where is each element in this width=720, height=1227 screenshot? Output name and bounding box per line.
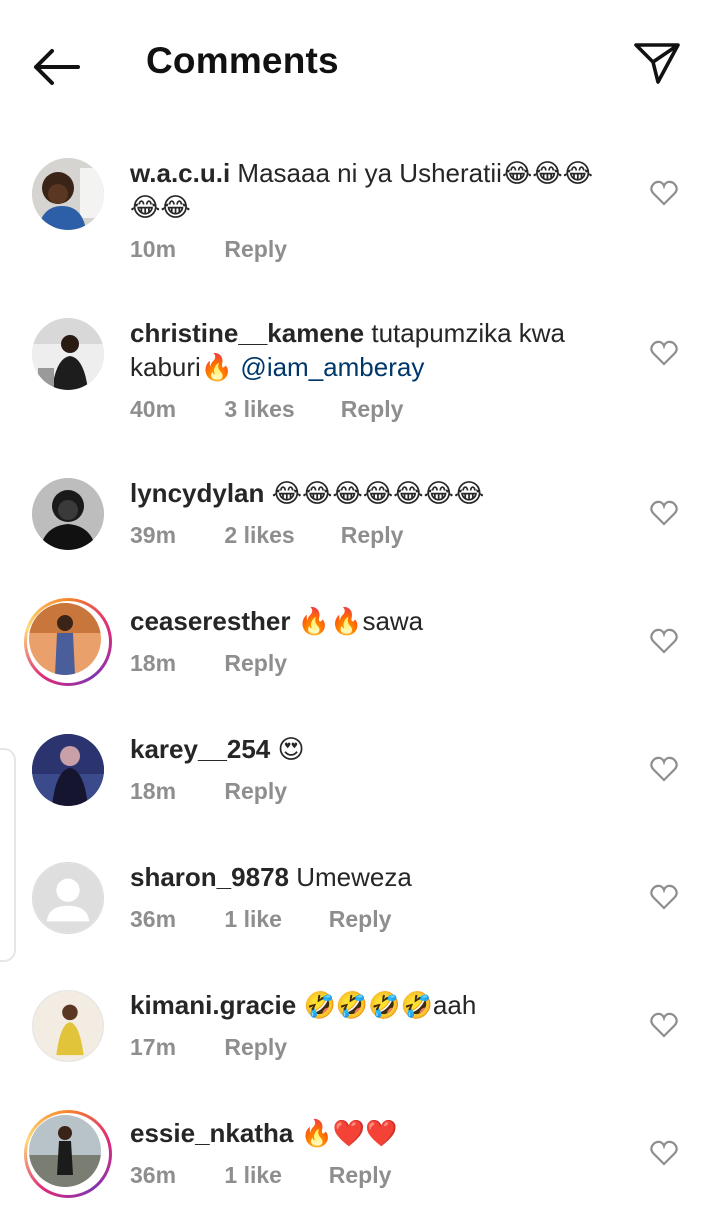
comment-text: 🔥🔥sawa [297, 606, 424, 636]
comment-item: kimani.gracie 🤣🤣🤣🤣aah 17m Reply [0, 990, 720, 1080]
comment-item: essie_nkatha 🔥❤️❤️ 36m 1 like Reply [0, 1110, 720, 1208]
back-arrow-icon[interactable] [30, 46, 82, 88]
heart-outline-icon[interactable] [650, 340, 678, 366]
comment-item: w.a.c.u.i Masaaa ni ya Usheratii😂😂😂 😂😂 1… [0, 158, 720, 278]
comment-username[interactable]: w.a.c.u.i [130, 158, 230, 188]
reply-button[interactable]: Reply [341, 522, 404, 549]
heart-outline-icon[interactable] [650, 1012, 678, 1038]
comment-time: 18m [130, 778, 177, 804]
reply-button[interactable]: Reply [341, 396, 404, 423]
comment-text-continued: kaburi🔥 [130, 352, 234, 382]
comment-text: Masaaa ni ya Usheratii😂😂😂 [237, 158, 594, 188]
avatar[interactable] [32, 990, 104, 1062]
heart-outline-icon[interactable] [650, 180, 678, 206]
comment-likes[interactable]: 3 likes [224, 396, 334, 423]
comment-text: 🔥❤️❤️ [300, 1118, 398, 1148]
comment-likes[interactable]: 1 like [224, 1162, 322, 1189]
reply-button[interactable]: Reply [224, 236, 287, 263]
reply-button[interactable]: Reply [224, 650, 287, 677]
reply-button[interactable]: Reply [224, 1034, 287, 1061]
heart-outline-icon[interactable] [650, 756, 678, 782]
comment-time: 17m [130, 1034, 177, 1060]
avatar[interactable] [32, 158, 104, 230]
comment-username[interactable]: sharon_9878 [130, 862, 289, 892]
avatar-story-ring[interactable] [24, 1110, 112, 1198]
comment-time: 36m [130, 906, 177, 932]
comment-time: 10m [130, 236, 177, 262]
header: Comments [0, 0, 720, 130]
comment-item: karey__254 😍 18m Reply [0, 734, 720, 824]
comment-item: sharon_9878 Umeweza 36m 1 like Reply [0, 862, 720, 952]
heart-outline-icon[interactable] [650, 884, 678, 910]
avatar[interactable] [32, 318, 104, 390]
comment-text: 🤣🤣🤣🤣aah [303, 990, 477, 1020]
comment-username[interactable]: lyncydylan [130, 478, 264, 508]
heart-outline-icon[interactable] [650, 1140, 678, 1166]
comment-item: ceaseresther 🔥🔥sawa 18m Reply [0, 598, 720, 696]
comment-item: christine__kamene tutapumzika kwa kaburi… [0, 318, 720, 438]
comment-item: lyncydylan 😂😂😂😂😂😂😂 39m 2 likes Reply [0, 478, 720, 568]
comment-time: 36m [130, 1162, 177, 1188]
comment-text: Umeweza [296, 862, 412, 892]
comment-username[interactable]: karey__254 [130, 734, 270, 764]
paper-plane-icon[interactable] [632, 40, 682, 86]
heart-outline-icon[interactable] [650, 628, 678, 654]
comment-time: 40m [130, 396, 177, 422]
comment-likes[interactable]: 2 likes [224, 522, 334, 549]
comment-text-continued: 😂😂 [130, 192, 191, 222]
comment-text: 😂😂😂😂😂😂😂 [271, 478, 485, 508]
reply-button[interactable]: Reply [224, 778, 287, 805]
comment-username[interactable]: christine__kamene [130, 318, 364, 348]
comment-username[interactable]: kimani.gracie [130, 990, 296, 1020]
comment-text: 😍 [277, 734, 305, 764]
avatar[interactable] [32, 478, 104, 550]
reply-button[interactable]: Reply [329, 906, 392, 933]
avatar-story-ring[interactable] [24, 598, 112, 686]
comment-username[interactable]: essie_nkatha [130, 1118, 293, 1148]
comment-time: 39m [130, 522, 177, 548]
avatar[interactable] [32, 734, 104, 806]
reply-button[interactable]: Reply [329, 1162, 392, 1189]
mention-link[interactable]: @iam_amberay [240, 352, 424, 382]
page-title: Comments [146, 40, 339, 81]
heart-outline-icon[interactable] [650, 500, 678, 526]
comment-username[interactable]: ceaseresther [130, 606, 290, 636]
comment-time: 18m [130, 650, 177, 676]
default-avatar-icon[interactable] [32, 862, 104, 934]
comment-text: tutapumzika kwa [371, 318, 566, 348]
comment-likes[interactable]: 1 like [224, 906, 322, 933]
